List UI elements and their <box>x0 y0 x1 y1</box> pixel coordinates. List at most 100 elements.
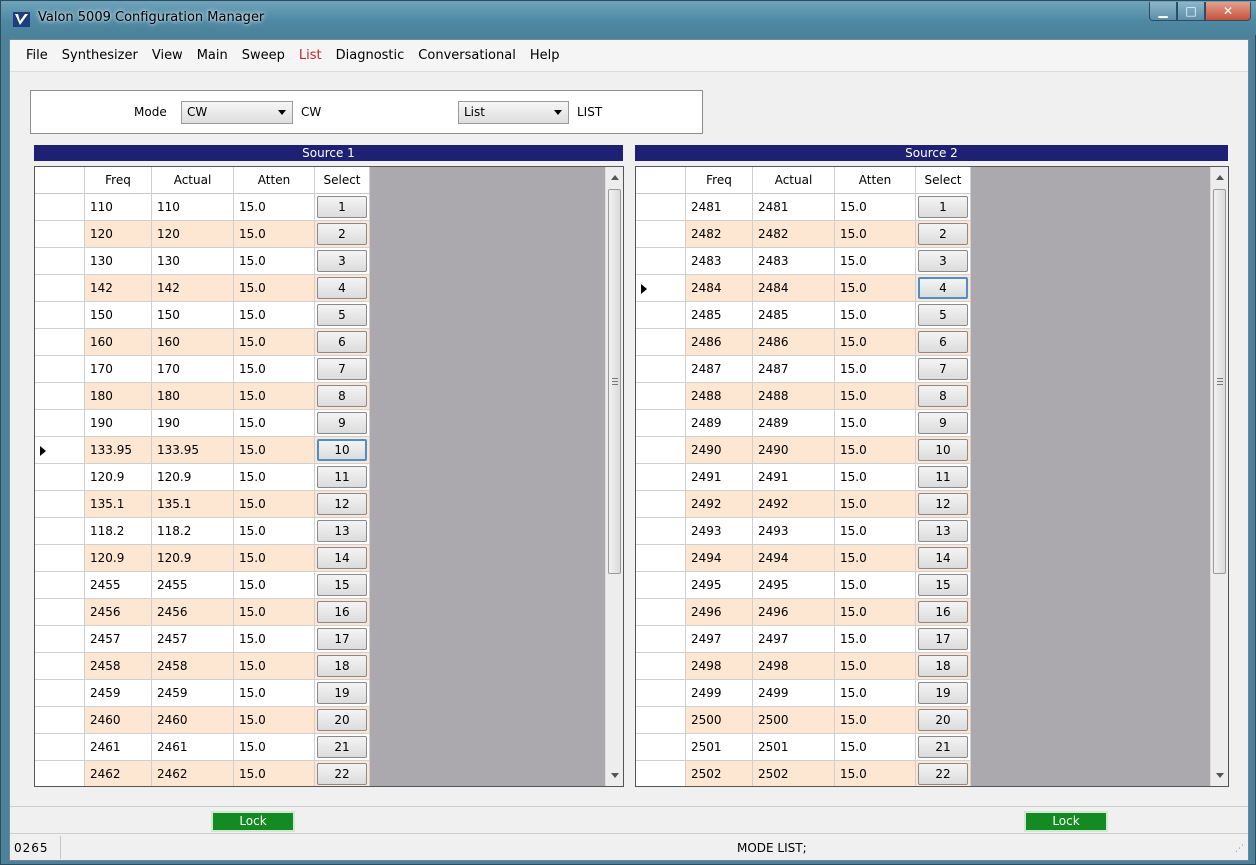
table-row[interactable]: 110 110 15.0 1 <box>35 194 370 221</box>
column-header-atten[interactable]: Atten <box>234 167 315 194</box>
freq-cell[interactable]: 2489 <box>686 410 753 437</box>
row-header[interactable] <box>636 194 686 221</box>
table-row[interactable]: 2481 2481 15.0 1 <box>636 194 971 221</box>
select-button[interactable]: 5 <box>918 304 968 326</box>
row-header[interactable] <box>35 518 85 545</box>
select-button[interactable]: 9 <box>317 412 367 434</box>
scroll-up-icon[interactable] <box>1216 175 1224 180</box>
source1-grid[interactable]: Freq Actual Atten Select 110 110 15.0 1 120 120 15… <box>34 166 624 787</box>
select-button[interactable]: 6 <box>918 331 968 353</box>
table-row[interactable]: 2456 2456 15.0 16 <box>35 599 370 626</box>
select-button[interactable]: 9 <box>918 412 968 434</box>
freq-cell[interactable]: 2488 <box>686 383 753 410</box>
freq-cell[interactable]: 2497 <box>686 626 753 653</box>
maximize-icon[interactable]: □ <box>1177 2 1205 21</box>
table-row[interactable]: 2482 2482 15.0 2 <box>636 221 971 248</box>
table-row[interactable]: 2501 2501 15.0 21 <box>636 734 971 761</box>
table-row[interactable]: 2499 2499 15.0 19 <box>636 680 971 707</box>
select-button[interactable]: 10 <box>317 439 367 461</box>
row-header[interactable] <box>636 680 686 707</box>
list-select[interactable]: List <box>458 101 569 124</box>
table-row[interactable]: 2491 2491 15.0 11 <box>636 464 971 491</box>
mode-select[interactable]: CW <box>181 101 293 124</box>
table-row[interactable]: 2492 2492 15.0 12 <box>636 491 971 518</box>
table-row[interactable]: 2494 2494 15.0 14 <box>636 545 971 572</box>
table-row[interactable]: 118.2 118.2 15.0 13 <box>35 518 370 545</box>
row-header[interactable] <box>35 194 85 221</box>
row-header[interactable] <box>35 356 85 383</box>
row-header[interactable] <box>35 491 85 518</box>
freq-cell[interactable]: 2462 <box>85 761 152 786</box>
scroll-thumb[interactable] <box>1213 189 1226 574</box>
row-header[interactable] <box>636 491 686 518</box>
row-header[interactable] <box>35 545 85 572</box>
row-header[interactable] <box>636 302 686 329</box>
freq-cell[interactable]: 170 <box>85 356 152 383</box>
table-row[interactable]: 120 120 15.0 2 <box>35 221 370 248</box>
column-header-select[interactable]: Select <box>315 167 370 194</box>
menu-item-view[interactable]: View <box>145 45 190 67</box>
menu-item-synthesizer[interactable]: Synthesizer <box>55 45 145 67</box>
scroll-thumb[interactable] <box>608 189 621 574</box>
freq-cell[interactable]: 130 <box>85 248 152 275</box>
freq-cell[interactable]: 2456 <box>85 599 152 626</box>
select-button[interactable]: 14 <box>317 547 367 569</box>
freq-cell[interactable]: 2487 <box>686 356 753 383</box>
freq-cell[interactable]: 2490 <box>686 437 753 464</box>
table-row[interactable]: 160 160 15.0 6 <box>35 329 370 356</box>
select-button[interactable]: 22 <box>918 763 968 785</box>
select-button[interactable]: 7 <box>918 358 968 380</box>
select-button[interactable]: 11 <box>918 466 968 488</box>
freq-cell[interactable]: 2501 <box>686 734 753 761</box>
menu-item-file[interactable]: File <box>19 45 55 67</box>
row-header[interactable] <box>35 572 85 599</box>
select-button[interactable]: 4 <box>317 277 367 299</box>
freq-cell[interactable]: 2483 <box>686 248 753 275</box>
row-header[interactable] <box>636 599 686 626</box>
title-bar[interactable]: Valon 5009 Configuration Manager ▁ □ ✕ <box>1 1 1256 35</box>
row-header[interactable] <box>35 383 85 410</box>
row-header[interactable] <box>636 464 686 491</box>
table-row[interactable]: 120.9 120.9 15.0 14 <box>35 545 370 572</box>
select-button[interactable]: 8 <box>918 385 968 407</box>
row-header[interactable] <box>636 356 686 383</box>
freq-cell[interactable]: 2455 <box>85 572 152 599</box>
freq-cell[interactable]: 2481 <box>686 194 753 221</box>
table-row[interactable]: 180 180 15.0 8 <box>35 383 370 410</box>
row-header[interactable] <box>636 383 686 410</box>
table-row[interactable]: 142 142 15.0 4 <box>35 275 370 302</box>
select-button[interactable]: 8 <box>317 385 367 407</box>
table-row[interactable]: 2458 2458 15.0 18 <box>35 653 370 680</box>
freq-cell[interactable]: 118.2 <box>85 518 152 545</box>
row-header[interactable] <box>636 761 686 786</box>
minimize-icon[interactable]: ▁ <box>1149 2 1177 21</box>
row-header[interactable] <box>636 707 686 734</box>
row-header[interactable] <box>35 464 85 491</box>
select-button[interactable]: 13 <box>918 520 968 542</box>
select-button[interactable]: 2 <box>918 223 968 245</box>
table-row[interactable]: 2484 2484 15.0 4 <box>636 275 971 302</box>
freq-cell[interactable]: 150 <box>85 302 152 329</box>
select-button[interactable]: 14 <box>918 547 968 569</box>
select-button[interactable]: 2 <box>317 223 367 245</box>
table-row[interactable]: 2462 2462 15.0 22 <box>35 761 370 786</box>
column-header-freq[interactable]: Freq <box>85 167 152 194</box>
menu-item-sweep[interactable]: Sweep <box>235 45 292 67</box>
scroll-down-icon[interactable] <box>611 773 619 778</box>
close-icon[interactable]: ✕ <box>1205 2 1251 21</box>
table-row[interactable]: 2459 2459 15.0 19 <box>35 680 370 707</box>
select-button[interactable]: 19 <box>918 682 968 704</box>
table-row[interactable]: 2486 2486 15.0 6 <box>636 329 971 356</box>
freq-cell[interactable]: 2484 <box>686 275 753 302</box>
select-button[interactable]: 21 <box>918 736 968 758</box>
row-header[interactable] <box>35 275 85 302</box>
row-header[interactable] <box>636 221 686 248</box>
table-row[interactable]: 2457 2457 15.0 17 <box>35 626 370 653</box>
freq-cell[interactable]: 190 <box>85 410 152 437</box>
freq-cell[interactable]: 120.9 <box>85 464 152 491</box>
freq-cell[interactable]: 2494 <box>686 545 753 572</box>
freq-cell[interactable]: 160 <box>85 329 152 356</box>
table-row[interactable]: 2455 2455 15.0 15 <box>35 572 370 599</box>
source2-scrollbar[interactable] <box>1210 167 1228 786</box>
table-row[interactable]: 130 130 15.0 3 <box>35 248 370 275</box>
